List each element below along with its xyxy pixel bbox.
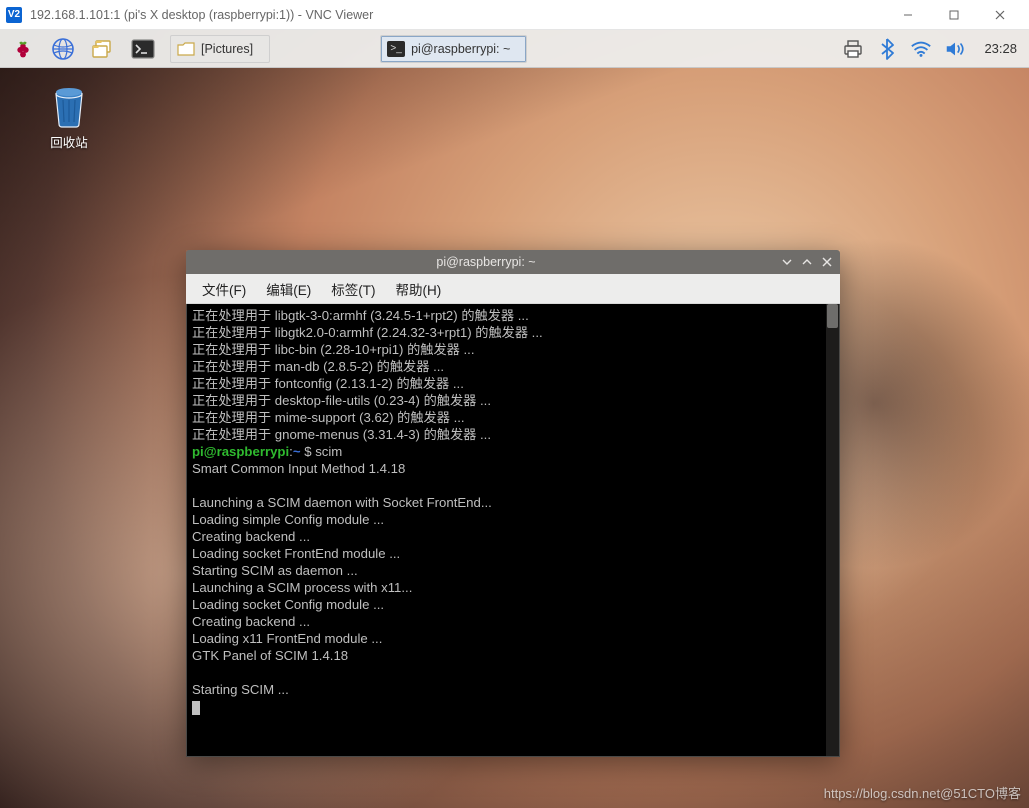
web-browser-button[interactable]	[48, 34, 78, 64]
terminal-menubar: 文件(F) 编辑(E) 标签(T) 帮助(H)	[186, 274, 840, 304]
vnc-app-icon: V2	[6, 7, 22, 23]
terminal-body[interactable]: 正在处理用于 libgtk-3-0:armhf (3.24.5-1+rpt2) …	[186, 304, 840, 757]
close-icon	[995, 10, 1005, 20]
globe-icon	[51, 37, 75, 61]
raspberry-icon	[12, 38, 34, 60]
close-icon	[822, 257, 832, 267]
terminal-title-text: pi@raspberrypi: ~	[436, 255, 535, 269]
terminal-minimize-button[interactable]	[780, 255, 794, 269]
vnc-title-text: 192.168.1.101:1 (pi's X desktop (raspber…	[30, 8, 373, 22]
chevron-down-icon	[782, 257, 792, 267]
terminal-cursor	[192, 701, 200, 715]
watermark: https://blog.csdn.net@51CTO博客	[824, 783, 1021, 802]
terminal-icon	[131, 39, 155, 59]
vnc-minimize-button[interactable]	[885, 0, 931, 30]
minimize-icon	[903, 10, 913, 20]
maximize-icon	[949, 10, 959, 20]
panel-clock[interactable]: 23:28	[984, 41, 1017, 56]
terminal-titlebar[interactable]: pi@raspberrypi: ~	[186, 250, 840, 274]
trash-icon	[48, 82, 90, 128]
terminal-scroll-thumb[interactable]	[827, 304, 838, 328]
terminal-scrollbar[interactable]	[826, 304, 839, 756]
file-manager-button[interactable]	[88, 34, 118, 64]
desktop-panel: [Pictures] >_ pi@raspberrypi: ~ 23:28	[0, 30, 1029, 68]
menu-tabs[interactable]: 标签(T)	[321, 275, 385, 303]
wifi-tray-icon[interactable]	[910, 38, 932, 60]
desktop-trash[interactable]: 回收站	[38, 82, 100, 151]
taskbar-item-pictures[interactable]: [Pictures]	[170, 35, 270, 63]
terminal-window: pi@raspberrypi: ~ 文件(F) 编辑(E) 标签(T) 帮助(H…	[186, 250, 840, 757]
folders-icon	[91, 38, 115, 60]
printer-tray-icon[interactable]	[842, 38, 864, 60]
taskbar-item-label: [Pictures]	[201, 42, 253, 56]
menu-help[interactable]: 帮助(H)	[386, 275, 452, 303]
terminal-small-icon: >_	[387, 41, 405, 57]
volume-tray-icon[interactable]	[944, 38, 966, 60]
terminal-maximize-button[interactable]	[800, 255, 814, 269]
menu-edit[interactable]: 编辑(E)	[256, 275, 321, 303]
bluetooth-tray-icon[interactable]	[876, 38, 898, 60]
terminal-close-button[interactable]	[820, 255, 834, 269]
taskbar-item-terminal[interactable]: >_ pi@raspberrypi: ~	[380, 35, 527, 63]
desktop-trash-label: 回收站	[38, 132, 100, 151]
raspberry-menu-button[interactable]	[8, 34, 38, 64]
vnc-close-button[interactable]	[977, 0, 1023, 30]
vnc-titlebar: V2 192.168.1.101:1 (pi's X desktop (rasp…	[0, 0, 1029, 30]
chevron-up-icon	[802, 257, 812, 267]
menu-file[interactable]: 文件(F)	[192, 275, 256, 303]
remote-desktop: [Pictures] >_ pi@raspberrypi: ~ 23:28	[0, 30, 1029, 808]
vnc-maximize-button[interactable]	[931, 0, 977, 30]
taskbar-item-label: pi@raspberrypi: ~	[411, 42, 510, 56]
folder-icon	[177, 41, 195, 57]
terminal-launcher-button[interactable]	[128, 34, 158, 64]
system-tray: 23:28	[842, 38, 1021, 60]
